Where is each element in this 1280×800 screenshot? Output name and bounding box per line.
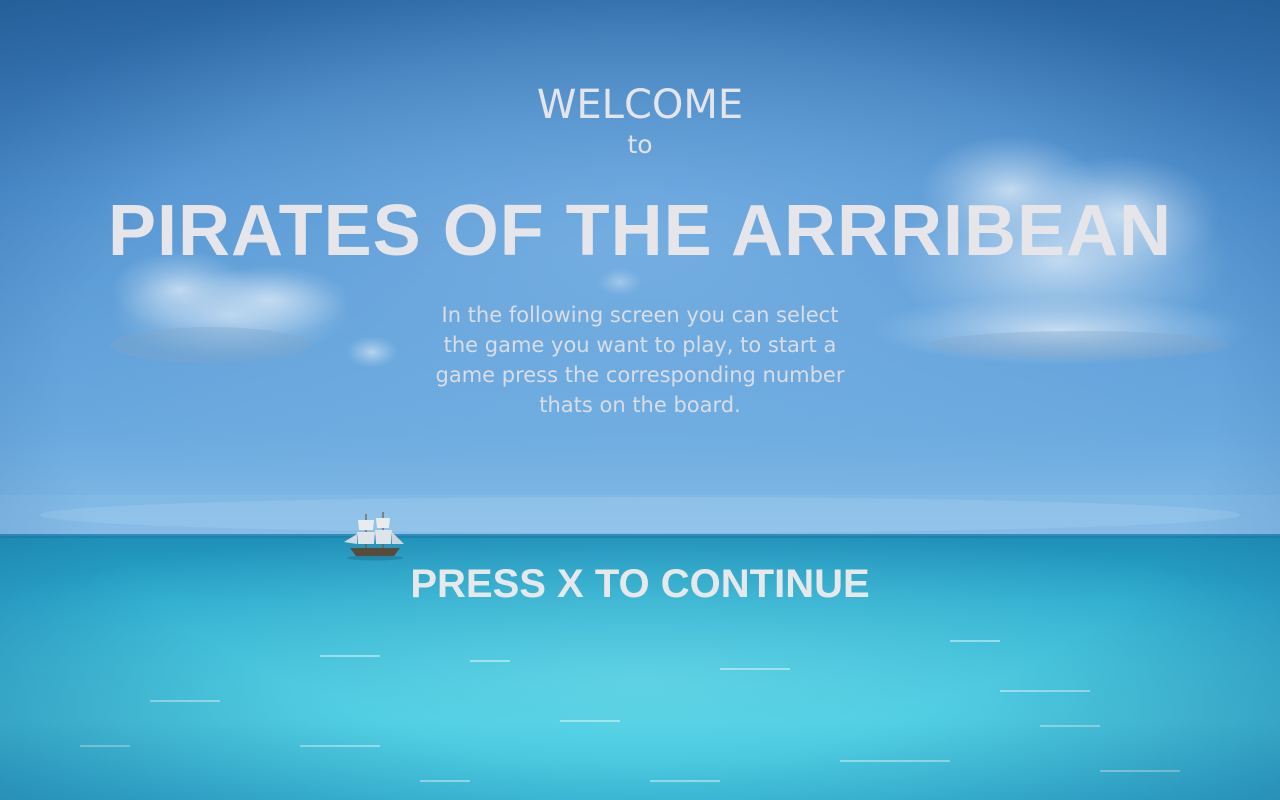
- welcome-heading: WELCOME: [536, 82, 744, 128]
- game-title: PIRATES OF THE ARRRIBEAN: [107, 191, 1173, 271]
- instructions-text: In the following screen you can select t…: [435, 303, 845, 417]
- text-overlay: WELCOME to PIRATES OF THE ARRRIBEAN In t…: [0, 0, 1280, 800]
- continue-prompt[interactable]: PRESS X TO CONTINUE: [0, 562, 1280, 607]
- to-subheading: to: [627, 130, 653, 159]
- title-screen[interactable]: WELCOME to PIRATES OF THE ARRRIBEAN In t…: [0, 0, 1280, 800]
